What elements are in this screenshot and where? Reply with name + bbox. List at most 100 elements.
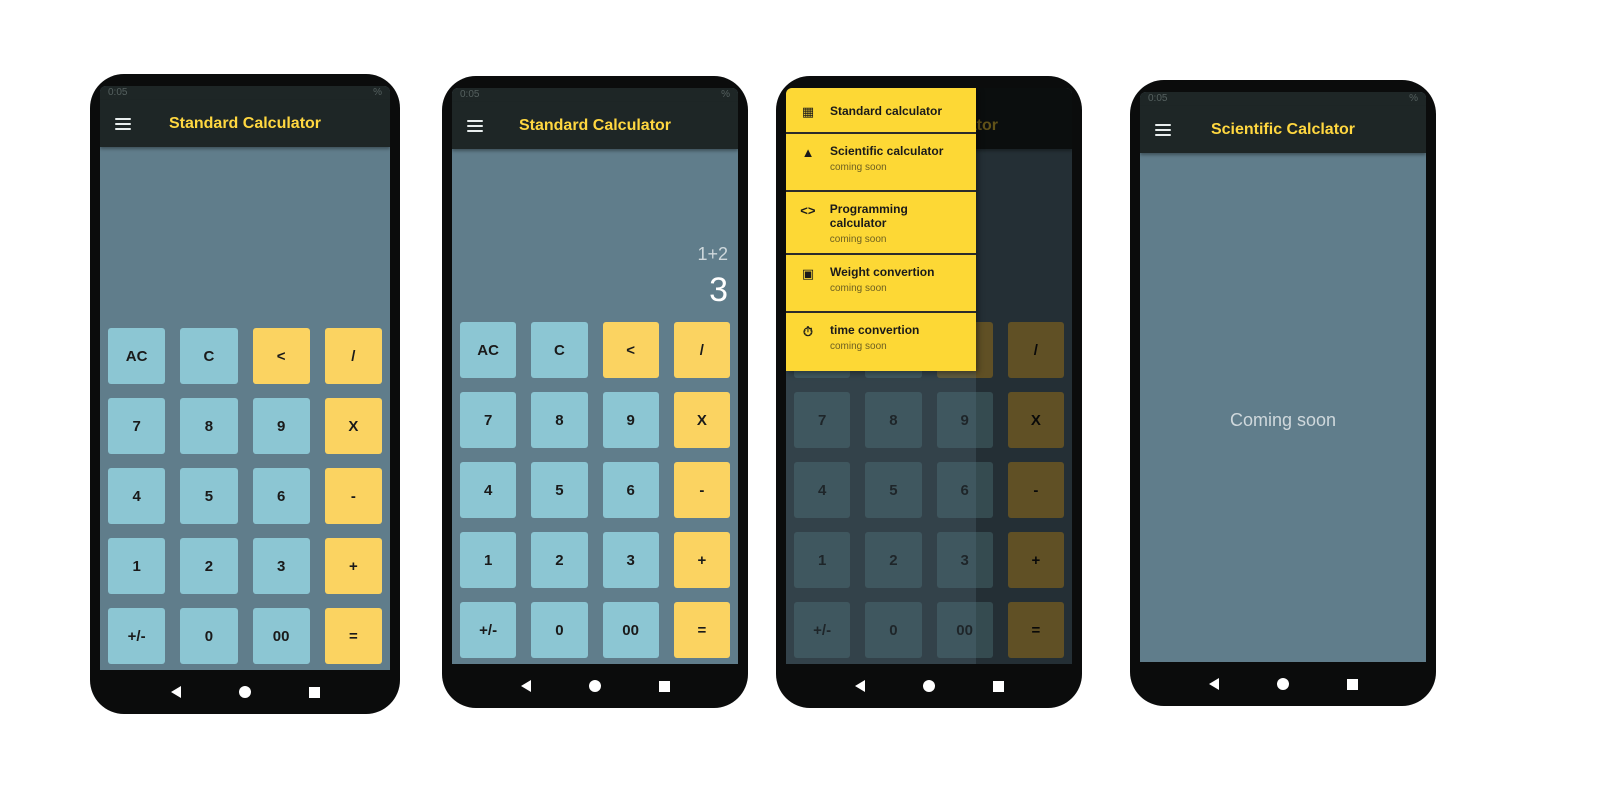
key-X[interactable]: X [673,392,730,448]
phone-screen: 0:05 % Standard Calculator 1+2 3 AC C </7 8… [452,88,738,664]
phone-screen: 0:05 % Scientific Calclator Coming soon [1140,92,1426,662]
drawer-item-subtitle: coming soon [830,341,887,352]
key-00[interactable]: 00 [602,602,659,658]
app-title: Standard Calculator [168,114,322,132]
code-icon: <> [800,203,816,218]
drawer-item-title: Standard calculator [830,104,943,118]
result-text: 3 [709,271,728,309]
key-5[interactable]: 5 [180,468,238,524]
home-icon[interactable] [922,680,935,692]
key-backspace[interactable]: < [602,322,659,378]
flask-icon: ▲ [801,145,815,160]
key-2[interactable]: 2 [180,538,238,594]
screenshot-stage: 0:05 % Standard Calculator AC C </7 8 9 X 4 5 6-… [0,0,1600,800]
drawer-item-title: Programming calculator [829,202,908,230]
drawer-item-standard-calculator[interactable]: ▦ Standard calculator [786,88,976,134]
key-0[interactable]: 0 [180,608,238,664]
scale-icon: ▣ [801,266,815,281]
drawer-item-weight-convertion[interactable]: ▣ Weight convertion coming soon [786,255,976,313]
back-icon[interactable] [520,680,531,692]
key-AC[interactable]: AC [460,322,517,378]
calculator-display: 1+2 3 [697,244,728,310]
key-minus[interactable]: - [673,462,730,518]
back-icon[interactable] [170,686,181,698]
back-icon[interactable] [854,680,865,692]
key-3[interactable]: 3 [602,532,659,588]
status-time: 0:05 [1148,93,1168,104]
status-bar: 0:05 % [452,88,738,102]
key-plus[interactable]: + [324,538,382,594]
back-icon[interactable] [1208,678,1219,690]
drawer-item-subtitle: coming soon [829,234,887,245]
recent-apps-icon[interactable] [308,686,320,698]
key-1[interactable]: 1 [108,538,166,594]
recent-apps-icon[interactable] [658,680,670,692]
key-sign[interactable]: +/- [460,602,517,658]
recent-apps-icon[interactable] [1346,678,1358,690]
app-bar: Standard Calculator [452,102,738,149]
home-icon[interactable] [588,680,601,692]
home-icon[interactable] [1276,678,1289,690]
key-equals[interactable]: = [324,608,382,664]
drawer-item-scientific-calculator[interactable]: ▲ Scientific calculator coming soon [786,134,976,192]
drawer-item-title: Scientific calculator [830,144,944,158]
drawer-menu: ▦ Standard calculator ▲ Scientific calculat… [786,88,976,371]
phone-standard-result: 0:05 % Standard Calculator 1+2 3 AC C </7 8… [442,76,748,708]
key-5[interactable]: 5 [531,462,588,518]
status-time: 0:05 [460,89,480,100]
system-nav-bar [442,664,748,708]
status-battery: % [1409,93,1418,104]
key-9[interactable]: 9 [252,398,310,454]
key-8[interactable]: 8 [531,392,588,448]
status-battery: % [721,89,730,100]
drawer-item-time-convertion[interactable]: ⏱ time convertion coming soon [786,313,976,371]
key-C[interactable]: C [180,328,238,384]
home-icon[interactable] [238,686,251,698]
key-00[interactable]: 00 [252,608,310,664]
drawer-item-subtitle: coming soon [830,162,887,173]
recent-apps-icon[interactable] [992,680,1004,692]
key-3[interactable]: 3 [252,538,310,594]
key-C[interactable]: C [531,322,588,378]
key-X[interactable]: X [324,398,382,454]
menu-icon[interactable] [1155,123,1171,136]
phone-screen: ator /789X456-123++/-000= ▦Standard calc… [786,88,1072,664]
key-plus[interactable]: + [673,532,730,588]
status-bar: 0:05 % [100,86,390,100]
key-sign[interactable]: +/- [108,608,166,664]
drawer-item-title: Weight convertion [830,265,935,279]
status-bar: 0:05 % [1140,92,1426,106]
key-6[interactable]: 6 [602,462,659,518]
key-6[interactable]: 6 [252,468,310,524]
menu-icon[interactable] [467,119,483,132]
keypad: AC C </7 8 9 X 4 5 6-1 2 3 + +/- 0 00 = [108,328,382,664]
system-nav-bar [776,664,1082,708]
drawer-item-programming-calculator[interactable]: <> Programming calculator coming soon [786,192,976,255]
phone-drawer-open: ator /789X456-123++/-000= ▦Standard calc… [776,76,1082,708]
phone-scientific: 0:05 % Scientific Calclator Coming soon [1130,80,1436,706]
key-equals[interactable]: = [673,602,730,658]
key-9[interactable]: 9 [602,392,659,448]
navigation-drawer: ▦ Standard calculator ▲ Scientific calculat… [786,88,976,664]
drawer-item-subtitle: coming soon [830,283,887,294]
key-4[interactable]: 4 [108,468,166,524]
menu-icon[interactable] [115,117,131,130]
status-time: 0:05 [108,87,128,98]
system-nav-bar [1130,662,1436,706]
key-4[interactable]: 4 [460,462,517,518]
key-divide[interactable]: / [324,328,382,384]
key-backspace[interactable]: < [252,328,310,384]
app-bar: Standard Calculator [100,100,390,147]
key-7[interactable]: 7 [460,392,517,448]
expression-text: 1+2 [697,244,728,264]
key-AC[interactable]: AC [108,328,166,384]
key-2[interactable]: 2 [531,532,588,588]
drawer-item-title: time convertion [830,323,920,337]
key-0[interactable]: 0 [531,602,588,658]
key-8[interactable]: 8 [180,398,238,454]
key-7[interactable]: 7 [108,398,166,454]
app-title: Standard Calculator [518,116,672,134]
key-1[interactable]: 1 [460,532,517,588]
key-minus[interactable]: - [324,468,382,524]
key-divide[interactable]: / [673,322,730,378]
